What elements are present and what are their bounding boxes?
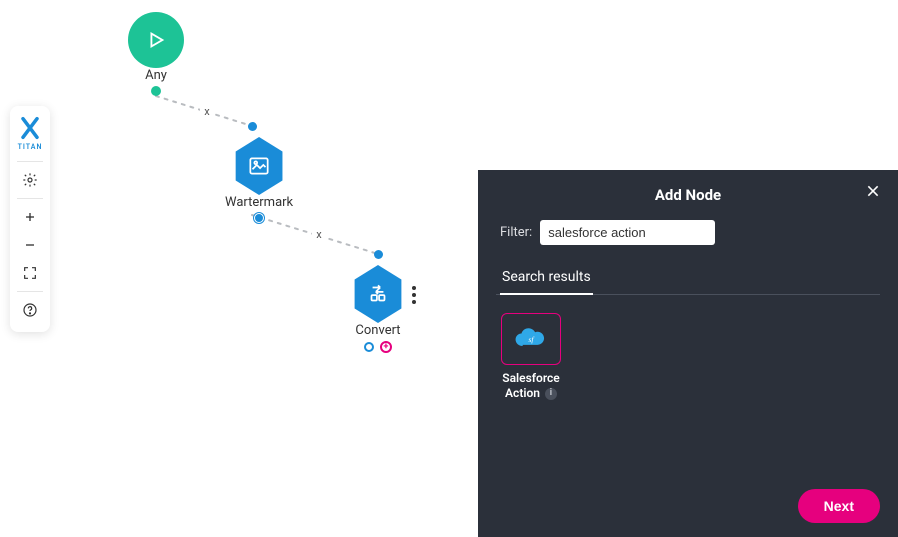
convert-icon bbox=[352, 265, 404, 323]
watermark-node[interactable]: Wartermark bbox=[225, 137, 293, 223]
next-button[interactable]: Next bbox=[798, 489, 880, 523]
panel-tabs: Search results bbox=[496, 263, 880, 295]
result-label: Salesforce Action i bbox=[502, 371, 560, 401]
brand-label: TITAN bbox=[18, 143, 43, 151]
tab-search-results[interactable]: Search results bbox=[500, 263, 593, 295]
filter-label: Filter: bbox=[500, 225, 532, 240]
zoom-out-button[interactable] bbox=[14, 231, 46, 259]
filter-input[interactable] bbox=[540, 220, 715, 245]
toolbar-divider bbox=[17, 291, 43, 292]
delete-edge-start-watermark[interactable]: x bbox=[200, 104, 214, 118]
panel-title: Add Node bbox=[655, 186, 721, 204]
results-grid: sf Salesforce Action i bbox=[496, 313, 880, 481]
delete-edge-watermark-convert[interactable]: x bbox=[312, 227, 326, 241]
zoom-in-button[interactable] bbox=[14, 203, 46, 231]
result-salesforce-action[interactable]: sf Salesforce Action i bbox=[500, 313, 562, 401]
start-node[interactable]: Any bbox=[128, 12, 184, 96]
watermark-input-port[interactable] bbox=[248, 122, 257, 131]
gear-icon bbox=[22, 172, 38, 188]
add-node-panel: Add Node Filter: Search results sf Sales… bbox=[478, 170, 898, 537]
fullscreen-icon bbox=[22, 265, 38, 281]
info-icon[interactable]: i bbox=[545, 388, 557, 400]
image-icon bbox=[233, 137, 285, 195]
minus-icon bbox=[22, 237, 38, 253]
help-button[interactable] bbox=[14, 296, 46, 324]
start-output-port[interactable] bbox=[151, 86, 161, 96]
play-icon bbox=[128, 12, 184, 68]
toolbar-divider bbox=[17, 161, 43, 162]
toolbar-divider bbox=[17, 198, 43, 199]
convert-node-menu-button[interactable] bbox=[412, 286, 416, 304]
salesforce-cloud-icon: sf bbox=[501, 313, 561, 365]
convert-node[interactable]: Convert + bbox=[352, 265, 404, 353]
close-icon bbox=[865, 183, 881, 199]
convert-output-port[interactable] bbox=[364, 342, 374, 352]
convert-node-label: Convert bbox=[355, 323, 400, 338]
watermark-output-port[interactable] bbox=[254, 213, 264, 223]
plus-icon bbox=[22, 209, 38, 225]
add-branch-button[interactable]: + bbox=[380, 341, 392, 353]
fullscreen-button[interactable] bbox=[14, 259, 46, 287]
left-toolbar: TITAN bbox=[10, 106, 50, 332]
titan-logo-icon bbox=[16, 114, 44, 142]
settings-button[interactable] bbox=[14, 166, 46, 194]
help-icon bbox=[22, 302, 38, 318]
start-node-label: Any bbox=[145, 68, 167, 83]
watermark-node-label: Wartermark bbox=[225, 195, 293, 210]
convert-input-port[interactable] bbox=[374, 250, 383, 259]
panel-close-button[interactable] bbox=[862, 182, 884, 204]
